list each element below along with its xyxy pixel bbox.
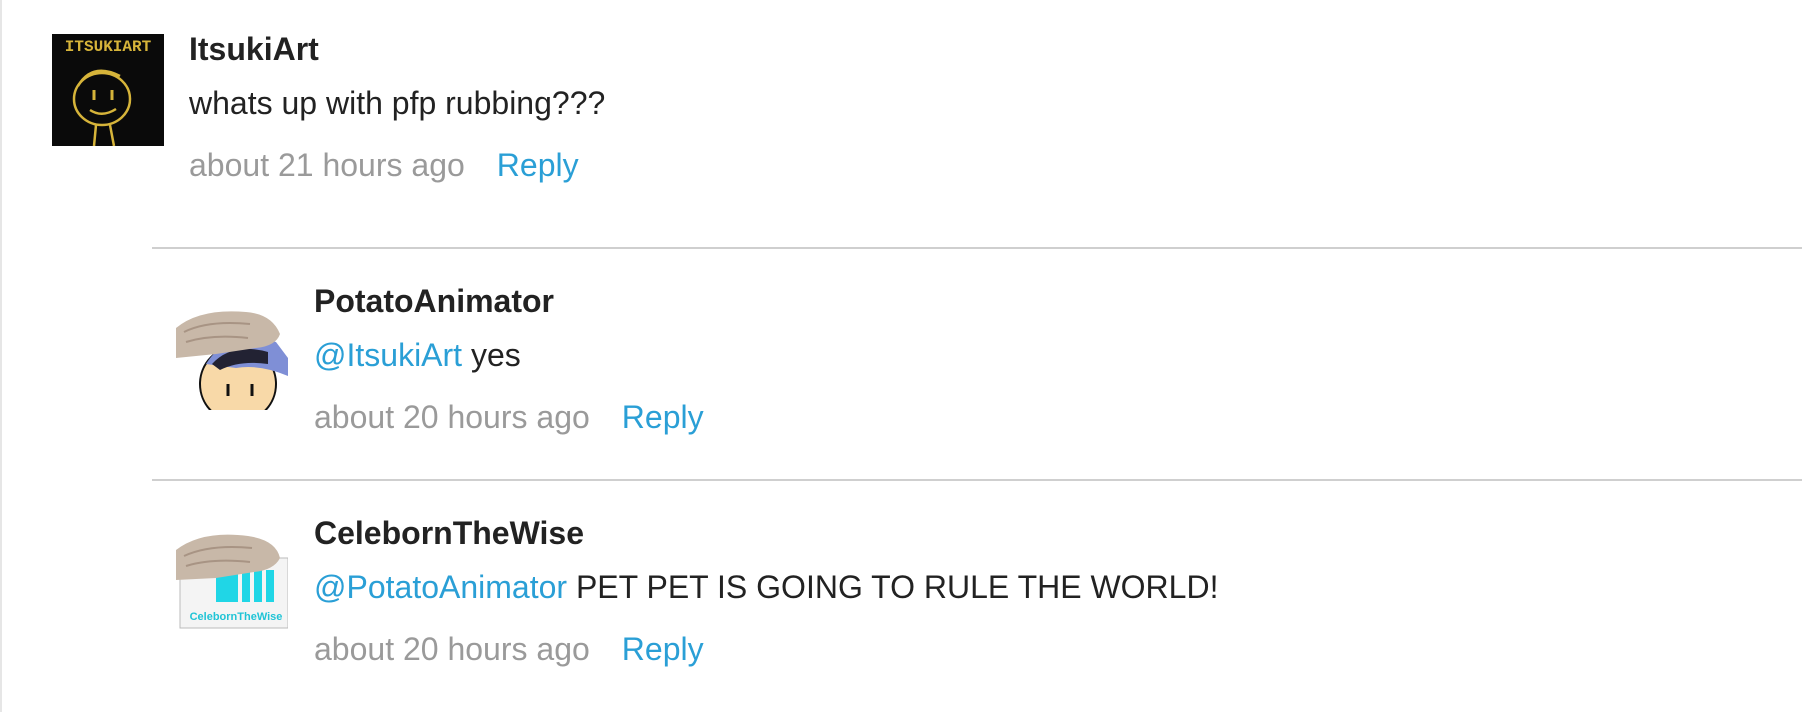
avatar[interactable]: ITSUKIART bbox=[52, 34, 164, 146]
comment-body: PotatoAnimator @ItsukiArt yes about 20 h… bbox=[314, 282, 704, 436]
mention-link[interactable]: @PotatoAnimator bbox=[314, 569, 567, 605]
comment-meta: about 20 hours ago Reply bbox=[314, 398, 704, 436]
comment-text-content: yes bbox=[462, 337, 521, 373]
divider bbox=[152, 479, 1802, 481]
comment-text-content: whats up with pfp rubbing??? bbox=[189, 85, 606, 121]
comment-text: @ItsukiArt yes bbox=[314, 336, 704, 374]
timestamp: about 20 hours ago bbox=[314, 399, 590, 435]
comment-body: CelebornTheWise @PotatoAnimator PET PET … bbox=[314, 514, 1218, 668]
avatar[interactable]: CelebornTheWise bbox=[176, 530, 288, 642]
username[interactable]: PotatoAnimator bbox=[314, 282, 704, 320]
reply-button[interactable]: Reply bbox=[622, 399, 704, 435]
mention-link[interactable]: @ItsukiArt bbox=[314, 337, 462, 373]
itsukiart-avatar-icon: ITSUKIART bbox=[52, 34, 164, 146]
avatar-logo-text: CelebornTheWise bbox=[190, 611, 283, 623]
avatar-logo-text: ITSUKIART bbox=[65, 38, 152, 56]
username[interactable]: CelebornTheWise bbox=[314, 514, 1218, 552]
username[interactable]: ItsukiArt bbox=[189, 30, 605, 68]
avatar[interactable] bbox=[176, 298, 288, 410]
comment-text-content: PET PET IS GOING TO RULE THE WORLD! bbox=[567, 569, 1219, 605]
petpet-hand-avatar-icon: CelebornTheWise bbox=[176, 530, 288, 642]
timestamp: about 21 hours ago bbox=[189, 147, 465, 183]
comment-text: @PotatoAnimator PET PET IS GOING TO RULE… bbox=[314, 568, 1218, 606]
timestamp: about 20 hours ago bbox=[314, 631, 590, 667]
divider bbox=[152, 247, 1802, 249]
comment-meta: about 20 hours ago Reply bbox=[314, 630, 1218, 668]
reply-button[interactable]: Reply bbox=[622, 631, 704, 667]
comment-text: whats up with pfp rubbing??? bbox=[189, 84, 605, 122]
reply-button[interactable]: Reply bbox=[497, 147, 579, 183]
petpet-hand-avatar-icon bbox=[176, 298, 288, 410]
comment-meta: about 21 hours ago Reply bbox=[189, 146, 605, 184]
thread-left-rule bbox=[0, 0, 2, 712]
comment-body: ItsukiArt whats up with pfp rubbing??? a… bbox=[189, 30, 605, 184]
